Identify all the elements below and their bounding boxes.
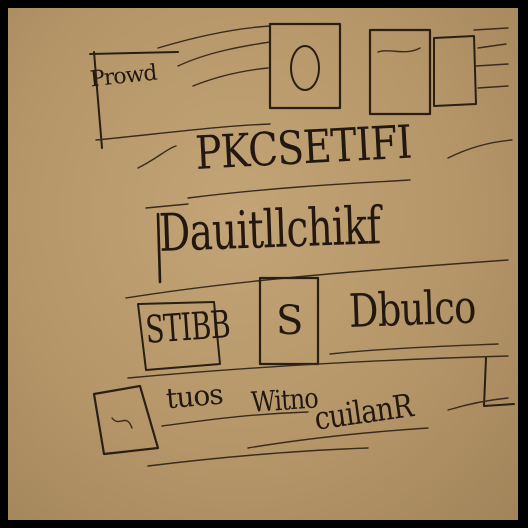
top-stroke-2 <box>177 41 271 67</box>
top-box-3 <box>433 35 477 107</box>
image-frame: Prowd PKCSETIFI Dauitllchikf S STIBB Dbu… <box>0 0 528 528</box>
top-box-1-oval <box>290 45 320 91</box>
bottom-stroke-3 <box>147 447 369 467</box>
main-line-scribble: Dauitllchikf <box>158 196 382 264</box>
top-stroke-3 <box>192 67 269 87</box>
heading-lead-stroke <box>137 145 177 169</box>
small-word-1: tuos <box>164 377 224 416</box>
right-word-scribble: Dbulco <box>348 279 477 338</box>
small-word-2: Witno <box>250 381 319 419</box>
box-letter: S <box>276 298 303 344</box>
sketch-drawing <box>89 22 515 467</box>
heading-scribble: PKCSETIFI <box>194 114 413 180</box>
mid-right-rule <box>329 343 499 355</box>
top-box-1 <box>268 22 342 110</box>
left-word-scribble: STIBB <box>144 302 232 352</box>
bottom-left-box-mark <box>111 417 133 429</box>
left-panel-top <box>89 51 179 55</box>
top-box-2 <box>368 28 432 116</box>
top-box-2-mark <box>377 47 421 53</box>
paper-sheet: Prowd PKCSETIFI Dauitllchikf S STIBB Dbu… <box>8 8 518 520</box>
heading-underline <box>187 179 411 199</box>
top-right-strokes <box>473 27 509 89</box>
right-edge-stroke-top <box>447 139 513 159</box>
